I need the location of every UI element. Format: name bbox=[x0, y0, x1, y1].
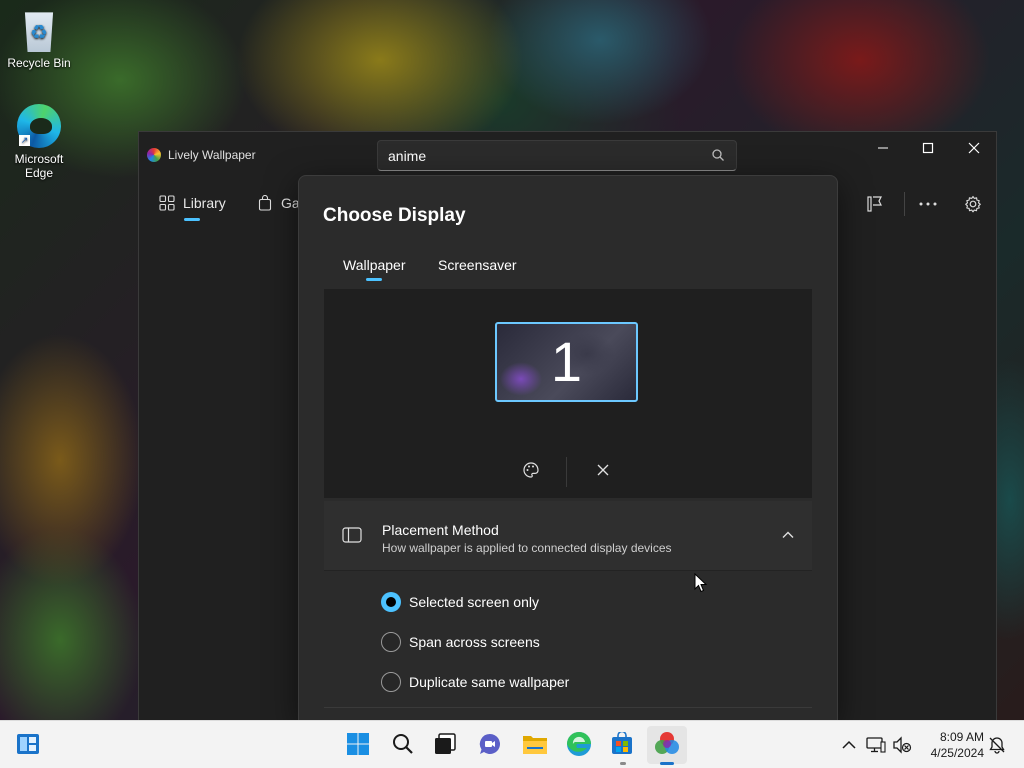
remove-wallpaper-button[interactable] bbox=[592, 459, 614, 481]
minimize-button[interactable] bbox=[860, 134, 906, 162]
network-button[interactable] bbox=[866, 735, 886, 755]
clock[interactable]: 8:09 AM 4/25/2024 bbox=[920, 729, 984, 761]
search-input[interactable] bbox=[377, 140, 737, 171]
taskbar-search-button[interactable] bbox=[390, 731, 416, 757]
volume-muted-icon bbox=[893, 736, 912, 754]
customize-icon bbox=[867, 196, 882, 212]
chat-icon bbox=[479, 733, 500, 754]
radio-label: Duplicate same wallpaper bbox=[409, 674, 570, 690]
gallery-bag-icon bbox=[258, 195, 272, 211]
volume-button[interactable] bbox=[892, 735, 912, 755]
network-icon bbox=[866, 737, 886, 753]
close-icon bbox=[597, 464, 609, 476]
placement-method-title: Placement Method bbox=[382, 522, 499, 538]
mouse-cursor-icon bbox=[694, 573, 708, 593]
notifications-button[interactable] bbox=[987, 735, 1007, 755]
store-icon bbox=[612, 732, 632, 754]
settings-button[interactable] bbox=[963, 194, 983, 214]
close-icon bbox=[968, 142, 980, 154]
window-title: Lively Wallpaper bbox=[168, 148, 256, 162]
edge-taskbar-button[interactable] bbox=[566, 731, 592, 757]
display-preview-area: 1 bbox=[324, 289, 812, 498]
start-button[interactable] bbox=[345, 731, 371, 757]
task-view-icon bbox=[435, 733, 456, 754]
folder-icon bbox=[523, 736, 547, 754]
notification-bell-icon bbox=[989, 737, 1005, 754]
nav-library[interactable]: Library bbox=[159, 195, 226, 211]
radio-selected-screen-only[interactable]: Selected screen only bbox=[381, 592, 539, 612]
recycle-bin-icon bbox=[24, 12, 54, 52]
file-explorer-button[interactable] bbox=[522, 731, 548, 757]
nav-library-label: Library bbox=[183, 195, 226, 211]
clock-date: 4/25/2024 bbox=[930, 746, 984, 760]
task-view-button[interactable] bbox=[432, 731, 458, 757]
teams-chat-button[interactable] bbox=[477, 731, 503, 757]
radio-span-across-screens[interactable]: Span across screens bbox=[381, 632, 540, 652]
show-hidden-icons-button[interactable] bbox=[839, 735, 859, 755]
display-monitor-1[interactable]: 1 bbox=[495, 322, 638, 402]
maximize-button[interactable] bbox=[905, 134, 951, 162]
radio-button[interactable] bbox=[381, 632, 401, 652]
tab-wallpaper[interactable]: Wallpaper bbox=[343, 257, 406, 273]
radio-label: Span across screens bbox=[409, 634, 540, 650]
monitor-number: 1 bbox=[550, 330, 583, 393]
maximize-icon bbox=[922, 142, 934, 154]
library-icon bbox=[159, 195, 175, 211]
search-icon bbox=[393, 734, 413, 754]
palette-icon bbox=[523, 462, 539, 478]
taskbar: 8:09 AM 4/25/2024 bbox=[0, 720, 1024, 768]
customize-button[interactable] bbox=[865, 194, 885, 214]
search-icon[interactable] bbox=[711, 148, 725, 162]
dialog-title: Choose Display bbox=[323, 205, 466, 226]
radio-label: Selected screen only bbox=[409, 594, 539, 610]
tab-screensaver[interactable]: Screensaver bbox=[438, 257, 517, 273]
radio-duplicate-same-wallpaper[interactable]: Duplicate same wallpaper bbox=[381, 672, 569, 692]
nav-active-indicator bbox=[184, 218, 200, 221]
radio-button-checked[interactable] bbox=[381, 592, 401, 612]
edge-label: Microsoft Edge bbox=[14, 152, 64, 180]
lively-logo-icon bbox=[147, 148, 161, 162]
windows-start-icon bbox=[347, 733, 369, 755]
desktop-icon-recycle-bin[interactable]: Recycle Bin bbox=[1, 8, 77, 70]
microsoft-store-button[interactable] bbox=[609, 731, 635, 757]
lively-wallpaper-icon bbox=[655, 732, 679, 754]
display-actions-divider bbox=[566, 457, 567, 487]
choose-display-dialog: Choose Display Wallpaper Screensaver 1 P… bbox=[298, 175, 838, 721]
shortcut-arrow-icon: ↗ bbox=[19, 135, 30, 146]
more-button[interactable] bbox=[918, 194, 938, 214]
settings-gear-icon bbox=[965, 195, 981, 213]
widgets-icon bbox=[17, 734, 39, 754]
chevron-up-icon[interactable] bbox=[780, 527, 796, 543]
clock-time: 8:09 AM bbox=[939, 730, 984, 744]
edge-icon: ↗ bbox=[17, 104, 61, 148]
active-running-indicator bbox=[660, 762, 674, 765]
placement-method-expander[interactable]: Placement Method How wallpaper is applie… bbox=[324, 501, 812, 571]
chevron-up-icon bbox=[842, 740, 856, 749]
toolbar-divider bbox=[904, 192, 905, 216]
nav-gallery[interactable]: Gal bbox=[257, 195, 303, 211]
desktop-icon-edge[interactable]: ↗ Microsoft Edge bbox=[1, 104, 77, 180]
tab-active-indicator bbox=[366, 278, 382, 281]
recycle-bin-label: Recycle Bin bbox=[7, 56, 71, 70]
more-icon bbox=[919, 202, 937, 206]
close-window-button[interactable] bbox=[951, 134, 997, 162]
lively-wallpaper-taskbar-button[interactable] bbox=[654, 731, 680, 757]
placement-panel-icon bbox=[342, 527, 362, 543]
placement-options: Selected screen only Span across screens… bbox=[324, 572, 812, 708]
placement-method-description: How wallpaper is applied to connected di… bbox=[382, 541, 672, 555]
edge-icon bbox=[567, 732, 591, 756]
widgets-button[interactable] bbox=[15, 731, 41, 757]
radio-button[interactable] bbox=[381, 672, 401, 692]
customize-wallpaper-button[interactable] bbox=[520, 459, 542, 481]
titlebar: Lively Wallpaper bbox=[139, 132, 996, 176]
minimize-icon bbox=[878, 147, 888, 149]
running-indicator bbox=[620, 762, 626, 765]
